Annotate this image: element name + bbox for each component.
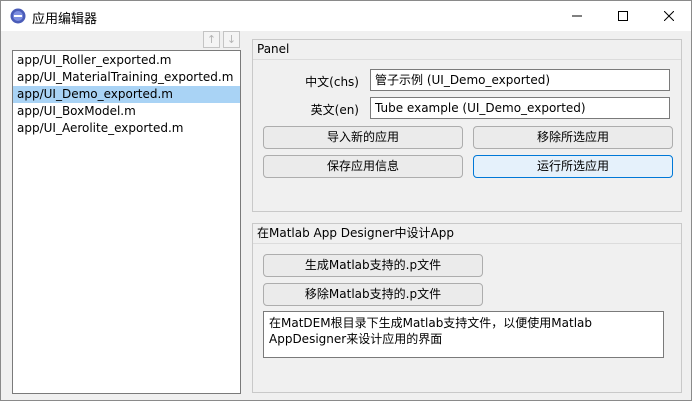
save-app-info-button[interactable]: 保存应用信息 xyxy=(263,155,463,178)
designer-panel: 在Matlab App Designer中设计App 生成Matlab支持的.p… xyxy=(252,223,682,393)
chs-label: 中文(chs) xyxy=(305,75,359,89)
list-item[interactable]: app/UI_BoxModel.m xyxy=(13,103,240,120)
minimize-button[interactable] xyxy=(554,1,600,31)
list-item-selected[interactable]: app/UI_Demo_exported.m xyxy=(13,86,240,103)
list-item[interactable]: app/UI_Aerolite_exported.m xyxy=(13,120,240,137)
chs-name-field[interactable]: 管子示例 (UI_Demo_exported) xyxy=(370,69,670,91)
en-label: 英文(en) xyxy=(310,103,359,117)
remove-p-file-button[interactable]: 移除Matlab支持的.p文件 xyxy=(263,283,483,306)
panel-title: Panel xyxy=(253,40,681,60)
app-logo-icon xyxy=(10,8,26,24)
maximize-icon xyxy=(618,11,628,21)
close-icon xyxy=(664,11,674,21)
designer-panel-title: 在Matlab App Designer中设计App xyxy=(253,224,681,244)
close-button[interactable] xyxy=(646,1,692,31)
run-app-button[interactable]: 运行所选应用 xyxy=(473,155,673,178)
generate-p-file-button[interactable]: 生成Matlab支持的.p文件 xyxy=(263,254,483,277)
import-app-button[interactable]: 导入新的应用 xyxy=(263,126,463,149)
list-item[interactable]: app/UI_Roller_exported.m xyxy=(13,52,240,69)
move-down-button[interactable]: ↓ xyxy=(223,31,240,48)
minimize-icon xyxy=(572,15,582,17)
info-panel: Panel 中文(chs) 管子示例 (UI_Demo_exported) 英文… xyxy=(252,39,682,212)
app-editor-window: 应用编辑器 ↑ ↓ app/UI_Roller_exported.m app/U… xyxy=(0,0,692,401)
en-name-field[interactable]: Tube example (UI_Demo_exported) xyxy=(370,97,670,119)
move-up-button[interactable]: ↑ xyxy=(203,31,220,48)
title-bar: 应用编辑器 xyxy=(1,1,691,31)
app-list[interactable]: app/UI_Roller_exported.m app/UI_Material… xyxy=(12,50,241,394)
window-title: 应用编辑器 xyxy=(32,12,98,27)
remove-app-button[interactable]: 移除所选应用 xyxy=(473,126,673,149)
maximize-button[interactable] xyxy=(600,1,646,31)
description-textarea[interactable]: 在MatDEM根目录下生成Matlab支持文件，以便使用Matlab AppDe… xyxy=(263,311,664,358)
list-item[interactable]: app/UI_MaterialTraining_exported.m xyxy=(13,69,240,86)
